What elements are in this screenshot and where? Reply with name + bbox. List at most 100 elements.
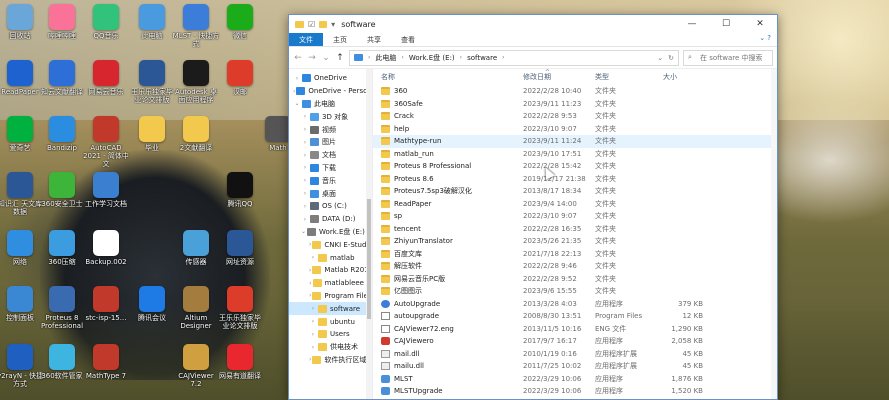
nav-item-4[interactable]: › 视频 xyxy=(289,123,372,136)
nav-item-6[interactable]: › 文档 xyxy=(289,149,372,162)
expand-chevron-icon[interactable]: › xyxy=(309,356,311,363)
desktop-icon-25[interactable]: 传感器 xyxy=(174,230,218,266)
expand-chevron-icon[interactable]: › xyxy=(309,331,317,338)
navigation-pane[interactable]: › OneDrive › OneDrive - Personal ⌄ 此电脑 › 3D 对象 ›… xyxy=(289,69,373,399)
desktop-icon-13[interactable]: Bandizip xyxy=(40,116,84,152)
expand-chevron-icon[interactable]: › xyxy=(309,254,317,261)
desktop-icon-4[interactable]: MLST - 快捷方式 xyxy=(173,4,219,48)
breadcrumb-this-pc[interactable]: 此电脑 xyxy=(375,53,396,63)
maximize-button[interactable]: ☐ xyxy=(709,15,743,33)
expand-chevron-icon[interactable]: › xyxy=(309,305,317,312)
nav-item-5[interactable]: › 图片 xyxy=(289,136,372,149)
expand-chevron-icon[interactable]: › xyxy=(301,139,309,146)
nav-item-18[interactable]: › software xyxy=(289,302,372,316)
expand-chevron-icon[interactable]: › xyxy=(309,318,317,325)
file-row[interactable]: MLST 2022/3/29 10:06 应用程序 1,876 KB xyxy=(373,373,777,386)
quick-access-chevron[interactable]: ▾ xyxy=(331,20,335,29)
back-button[interactable]: ← xyxy=(293,53,303,63)
file-row[interactable]: 网易云音乐PC版 2022/2/28 9:52 文件夹 xyxy=(373,273,777,286)
column-date-modified[interactable]: 修改日期 xyxy=(523,72,595,82)
search-box[interactable]: ⌕ xyxy=(683,49,773,66)
desktop-icon-0[interactable]: 回收站 xyxy=(0,4,42,40)
nav-item-22[interactable]: › 软件执行区域 xyxy=(289,354,372,367)
breadcrumb-work-drive[interactable]: Work.E盘 (E:) xyxy=(409,53,455,63)
title-bar[interactable]: ☑ ▾ software — ☐ ✕ xyxy=(289,15,777,33)
ribbon-expand-help-button[interactable]: ⌄ ? xyxy=(759,34,771,42)
file-row[interactable]: Proteus 8.6 2019/12/17 21:38 文件夹 xyxy=(373,173,777,186)
nav-item-1[interactable]: › OneDrive - Personal xyxy=(289,85,372,98)
file-row[interactable]: Proteus7.5sp3破解汉化 2013/8/17 18:34 文件夹 xyxy=(373,185,777,198)
file-row[interactable]: 360 2022/2/28 10:40 文件夹 xyxy=(373,85,777,98)
column-name[interactable]: 名称 xyxy=(373,72,523,82)
expand-chevron-icon[interactable]: › xyxy=(309,267,311,274)
desktop-icon-33[interactable]: v2rayN - 快捷方式 xyxy=(0,344,43,388)
file-row[interactable]: help 2022/3/10 9:07 文件夹 xyxy=(373,123,777,136)
expand-chevron-icon[interactable]: › xyxy=(293,88,295,95)
expand-chevron-icon[interactable]: ⌄ xyxy=(293,100,301,107)
file-row[interactable]: 百度文库 2021/7/18 22:13 文件夹 xyxy=(373,248,777,261)
file-row[interactable]: autoupgrade 2008/8/30 13:51 Program Files 1… xyxy=(373,310,777,323)
nav-item-8[interactable]: › 音乐 xyxy=(289,174,372,187)
nav-item-13[interactable]: › CNKI E-Study xyxy=(289,238,372,251)
desktop-icon-35[interactable]: MathType 7 xyxy=(84,344,128,380)
quick-access-new-folder-icon[interactable] xyxy=(319,20,328,28)
nav-item-21[interactable]: › 供电技术 xyxy=(289,341,372,354)
file-row[interactable]: 解压软件 2022/2/28 9:46 文件夹 xyxy=(373,260,777,273)
nav-item-20[interactable]: › Users xyxy=(289,328,372,341)
desktop-icon-21[interactable]: 腾讯QQ xyxy=(218,172,262,208)
nav-item-0[interactable]: › OneDrive xyxy=(289,72,372,85)
expand-chevron-icon[interactable]: ⌄ xyxy=(301,228,306,235)
file-row[interactable]: CAJViewero 2017/9/7 16:17 应用程序 2,058 KB xyxy=(373,335,777,348)
desktop-icon-14[interactable]: AutoCAD 2021 - 简体中文 xyxy=(83,116,129,168)
file-row[interactable]: ZhiyunTranslator 2023/5/26 21:35 文件夹 xyxy=(373,235,777,248)
refresh-icon[interactable]: ↻ xyxy=(668,54,674,62)
expand-chevron-icon[interactable]: › xyxy=(301,113,309,120)
tab-file[interactable]: 文件 xyxy=(289,33,323,46)
nav-scrollbar-thumb[interactable] xyxy=(367,199,371,319)
file-row[interactable]: matlab_run 2023/9/10 17:51 文件夹 xyxy=(373,148,777,161)
desktop-icon-37[interactable]: 网易有道翻译 xyxy=(218,344,262,380)
desktop-icon-20[interactable]: 工作学习文档 xyxy=(84,172,128,208)
desktop-icon-3[interactable]: 此电脑 xyxy=(130,4,174,40)
column-size[interactable]: 大小 xyxy=(663,72,703,82)
file-row[interactable]: sp 2022/3/10 9:07 文件夹 xyxy=(373,210,777,223)
expand-chevron-icon[interactable]: › xyxy=(301,190,309,197)
nav-item-11[interactable]: › DATA (D:) xyxy=(289,213,372,226)
expand-chevron-icon[interactable]: › xyxy=(309,280,312,287)
desktop-icon-9[interactable]: 王乐乐独家毕业论文排版 xyxy=(130,60,174,104)
desktop-icon-1[interactable]: 哔哩哔哩 xyxy=(40,4,84,40)
close-button[interactable]: ✕ xyxy=(743,15,777,33)
desktop-icon-10[interactable]: Autodesk 桌面应用程序 xyxy=(174,60,218,104)
desktop-icon-11[interactable]: 汉邮 xyxy=(218,60,262,96)
expand-chevron-icon[interactable]: › xyxy=(301,152,309,159)
expand-chevron-icon[interactable]: › xyxy=(309,241,311,248)
file-row[interactable]: Proteus 8 Professional 2022/2/28 15:42 文件夹 xyxy=(373,160,777,173)
desktop-icon-12[interactable]: 爱奇艺 xyxy=(0,116,42,152)
nav-item-17[interactable]: › Program Files xyxy=(289,290,372,303)
expand-chevron-icon[interactable]: › xyxy=(301,177,309,184)
nav-item-16[interactable]: › matlableee xyxy=(289,277,372,290)
file-row[interactable]: 360Safe 2023/9/11 11:23 文件夹 xyxy=(373,98,777,111)
tab-home[interactable]: 主页 xyxy=(323,33,357,46)
nav-item-7[interactable]: › 下载 xyxy=(289,162,372,175)
nav-item-12[interactable]: ⌄ Work.E盘 (E:) xyxy=(289,226,372,239)
desktop-icon-24[interactable]: Backup.002 xyxy=(84,230,128,266)
desktop-icon-2[interactable]: QQ音乐 xyxy=(84,4,128,40)
desktop-icon-30[interactable]: 腾讯会议 xyxy=(130,286,174,322)
expand-chevron-icon[interactable]: › xyxy=(301,216,309,223)
desktop-icon-22[interactable]: 网络 xyxy=(0,230,42,266)
nav-item-19[interactable]: › ubuntu xyxy=(289,315,372,328)
desktop-icon-5[interactable]: 微信 xyxy=(218,4,262,40)
minimize-button[interactable]: — xyxy=(675,15,709,33)
file-row[interactable]: ReadPaper 2023/9/4 14:00 文件夹 xyxy=(373,198,777,211)
breadcrumb-chevron-icon[interactable]: › xyxy=(502,54,504,61)
file-row[interactable]: Crack 2022/2/28 9:53 文件夹 xyxy=(373,110,777,123)
expand-chevron-icon[interactable]: › xyxy=(309,292,311,299)
expand-chevron-icon[interactable]: › xyxy=(301,203,309,210)
file-row[interactable]: MLSTUpgrade 2022/3/29 10:06 应用程序 1,520 KB xyxy=(373,385,777,398)
expand-chevron-icon[interactable]: › xyxy=(293,75,301,82)
desktop-icon-15[interactable]: 毕业 xyxy=(130,116,174,152)
quick-access-properties-icon[interactable]: ☑ xyxy=(308,20,315,29)
desktop-icon-27[interactable]: 控制面板 xyxy=(0,286,42,322)
nav-scrollbar[interactable] xyxy=(366,69,372,399)
